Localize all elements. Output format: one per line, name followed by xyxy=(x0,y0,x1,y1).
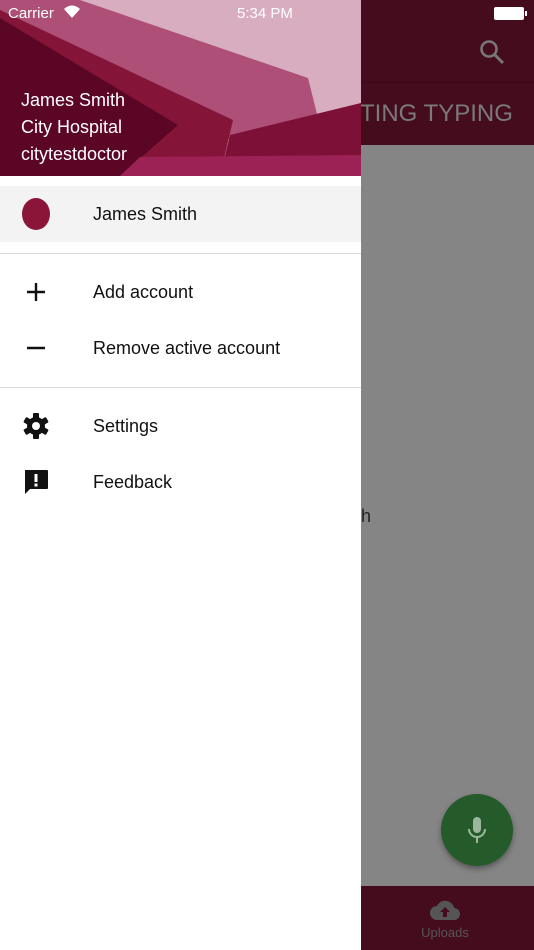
battery-icon xyxy=(494,7,527,20)
add-account-button[interactable]: Add account xyxy=(0,264,361,320)
feedback-icon xyxy=(22,468,50,496)
record-button[interactable] xyxy=(441,794,513,866)
gear-icon xyxy=(22,412,50,440)
remove-account-label: Remove active account xyxy=(93,337,281,358)
search-icon[interactable] xyxy=(478,38,506,71)
settings-item[interactable]: Settings xyxy=(0,398,361,454)
tab-uploads-label: Uploads xyxy=(421,925,469,940)
remove-account-button[interactable]: Remove active account xyxy=(0,320,361,376)
carrier: Carrier xyxy=(8,5,54,22)
settings-label: Settings xyxy=(93,415,159,436)
status-bar: Carrier 5:34 PM xyxy=(0,0,534,28)
account-label: James Smith xyxy=(93,203,198,224)
add-account-label: Add account xyxy=(93,281,194,302)
clock: 5:34 PM xyxy=(237,5,293,22)
divider xyxy=(0,253,361,254)
wifi-icon xyxy=(64,5,80,23)
microphone-icon xyxy=(468,817,486,843)
cloud-upload-icon xyxy=(430,900,460,920)
plus-icon xyxy=(22,278,50,306)
minus-icon xyxy=(22,334,50,362)
content-text: h xyxy=(361,506,372,526)
organization: City Hospital xyxy=(21,117,123,137)
navigation-drawer: James Smith City Hospital citytestdoctor… xyxy=(0,0,361,950)
tab-label[interactable]: TING TYPING xyxy=(360,100,513,128)
avatar xyxy=(22,198,50,230)
divider xyxy=(0,387,361,388)
account-item[interactable]: James Smith xyxy=(0,186,361,242)
feedback-item[interactable]: Feedback xyxy=(0,454,361,510)
user-name: James Smith xyxy=(21,90,126,110)
tab-uploads[interactable]: Uploads xyxy=(405,898,485,940)
username: citytestdoctor xyxy=(21,144,128,164)
feedback-label: Feedback xyxy=(93,471,173,492)
